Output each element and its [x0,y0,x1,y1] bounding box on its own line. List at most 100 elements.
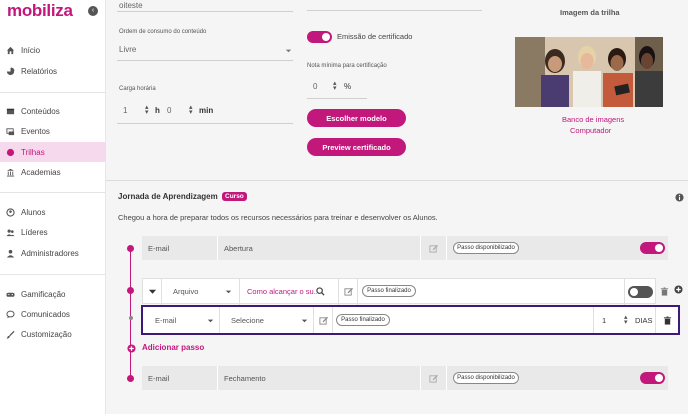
sidebar-divider [0,274,106,275]
sidebar-item-label: Eventos [21,126,50,136]
admin-icon [5,248,15,258]
hours-stepper[interactable]: ▴ ▾ [145,104,149,116]
chevron-down-icon[interactable] [283,45,293,55]
sidebar-item-label: Conteúdos [21,106,60,116]
step-toggle[interactable] [628,286,653,298]
order-underline [117,60,293,61]
step-toggle[interactable] [640,242,665,254]
sidebar-item-alunos[interactable]: Alunos [0,202,106,222]
course-badge: Curso [222,192,247,201]
step-type[interactable]: Arquivo [173,279,198,303]
edit-icon[interactable] [428,243,438,253]
leaders-icon [5,227,15,237]
sidebar-item-eventos[interactable]: Eventos [0,121,106,141]
caret-down-icon[interactable] [147,286,157,296]
step-row[interactable]: E-mail Abertura Passo disponibilizado [142,236,668,260]
sidebar-item-administradores[interactable]: Administradores [0,243,106,263]
brush-icon [5,329,15,339]
sidebar-item-trilhas[interactable]: Trilhas [0,142,106,162]
image-panel-title: Imagem da trilha [560,8,620,17]
sidebar-item-relatorios[interactable]: Relatórios [0,61,106,81]
home-icon [5,45,15,55]
computer-upload-link[interactable]: Computador [570,126,611,135]
name-underline [117,11,293,12]
min-grade-input[interactable]: 0 [313,82,317,91]
substep-type[interactable]: E-mail [155,308,176,332]
substep-dot [129,316,133,320]
trail-image[interactable] [515,37,663,107]
timeline-dot [127,375,134,382]
min-grade-stepper[interactable]: ▴ ▾ [333,80,337,92]
chevron-down-icon[interactable] [223,286,233,296]
cell-divider [239,279,240,305]
chevron-down-icon[interactable] [299,315,309,325]
sidebar-item-label: Gamificação [21,289,66,299]
sidebar-item-label: Administradores [21,248,79,258]
sidebar-item-comunicados[interactable]: Comunicados [0,304,106,324]
journey-description: Chegou a hora de preparar todos os recur… [118,213,438,222]
sidebar-item-inicio[interactable]: Início [0,40,106,60]
days-stepper[interactable]: ▴ ▾ [624,314,628,326]
edit-icon[interactable] [343,286,353,296]
add-step-button[interactable]: Adicionar passo [142,343,204,352]
status-badge: Passo finalizado [336,314,390,326]
edit-icon[interactable] [428,373,438,383]
trash-icon[interactable] [659,286,669,296]
logo[interactable]: mobiliza [7,1,73,21]
info-icon[interactable] [674,192,684,202]
min-grade-unit: % [344,82,352,91]
certificate-toggle[interactable] [307,31,332,43]
cell-divider [332,307,333,333]
step-name: Abertura [224,243,253,253]
pie-chart-icon [5,66,15,76]
search-icon[interactable] [315,286,325,296]
edit-icon[interactable] [318,315,328,325]
sidebar-item-academias[interactable]: Academias [0,162,106,182]
journey-title: Jornada de Aprendizagem [118,192,218,201]
sidebar-item-label: Trilhas [21,147,45,157]
status-badge: Passo finalizado [362,285,416,297]
sidebar-item-gamificacao[interactable]: Gamificação [0,284,106,304]
minutes-unit: min [199,106,214,115]
order-label: Ordem de consumo do conteúdo [119,29,207,35]
image-bank-link[interactable]: Banco de imagens [562,115,624,124]
section-divider [106,180,688,181]
sidebar-divider [0,192,106,193]
top-underline [307,10,482,11]
minutes-stepper[interactable]: ▴ ▾ [189,104,193,116]
days-unit: DIAS [635,315,653,325]
add-circle-icon[interactable] [673,284,683,294]
certificate-label: Emissão de certificado [337,32,413,41]
sidebar-item-conteudos[interactable]: Conteúdos [0,101,106,121]
hours-input[interactable]: 1 [123,106,127,115]
people-photo [515,37,663,107]
choose-model-button[interactable]: Escolher modelo [307,109,406,127]
timeline-dot [127,245,134,252]
step-toggle[interactable] [640,372,665,384]
collapse-sidebar-button[interactable]: ‹ [88,6,98,16]
step-row[interactable]: E-mail Fechamento Passo disponibilizado [142,366,668,390]
days-input[interactable]: 1 [602,308,606,332]
hours-unit: h [155,106,160,115]
cell-divider [313,307,314,333]
preview-certificate-button[interactable]: Preview certificado [307,138,406,156]
step-type: E-mail [148,373,170,383]
sidebar-item-lideres[interactable]: Líderes [0,222,106,242]
cell-divider [161,279,162,305]
substep-select[interactable]: Selecione [231,308,264,332]
step-row[interactable]: Arquivo Como alcançar o su... Passo fina… [142,278,656,305]
add-step-icon[interactable] [126,343,136,353]
cell-divider [219,307,220,333]
order-select[interactable]: Livre [119,45,136,54]
trash-icon[interactable] [662,315,672,325]
trail-name-input[interactable]: oiteste [119,1,143,10]
chevron-down-icon[interactable] [205,315,215,325]
sidebar-item-customizacao[interactable]: Customização [0,324,106,344]
timeline-dot [127,287,134,294]
content-link[interactable]: Como alcançar o su... [247,279,320,303]
min-grade-underline [307,98,367,99]
cell-divider [593,307,594,333]
minutes-input[interactable]: 0 [167,106,171,115]
substep-row[interactable]: E-mail Selecione Passo finalizado 1 ▴ ▾ D… [141,305,680,335]
timeline-line [130,248,131,378]
